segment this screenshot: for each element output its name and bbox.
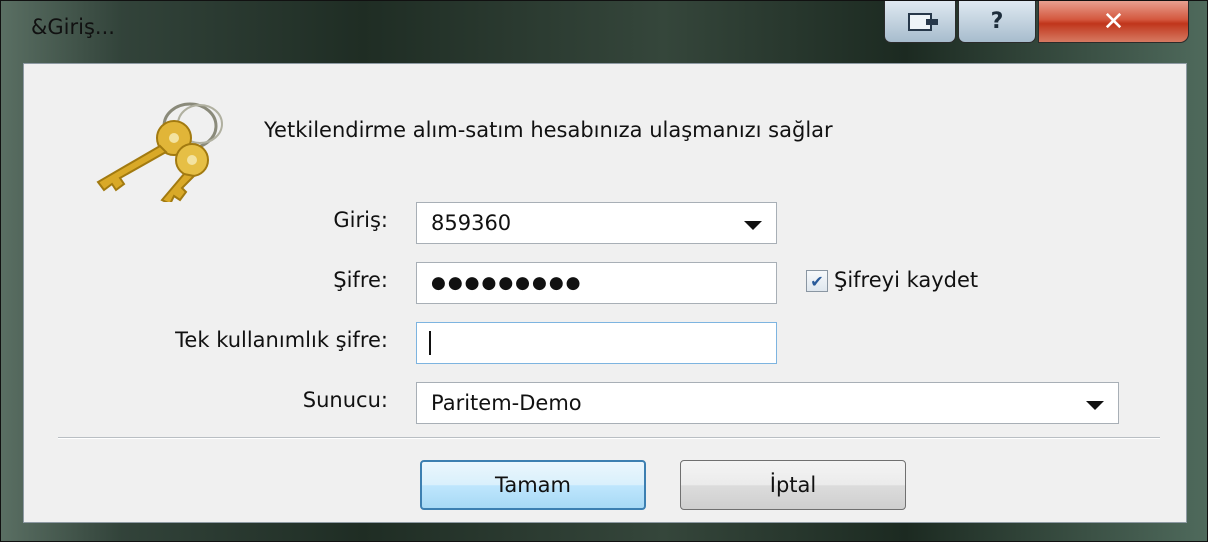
cancel-button[interactable]: İptal [680,460,906,510]
server-combobox[interactable]: Paritem-Demo [416,382,1119,424]
dialog-body: Yetkilendirme alım-satım hesabınıza ulaş… [23,63,1187,523]
chevron-down-icon[interactable] [744,221,762,230]
password-label: Şifre: [333,268,388,292]
close-button[interactable]: ✕ [1038,1,1189,43]
chevron-down-icon[interactable] [1086,401,1104,410]
otp-label: Tek kullanımlık şifre: [175,328,388,352]
keys-icon [96,102,223,202]
save-password-checkbox[interactable]: ✔ [806,270,828,292]
description-text: Yetkilendirme alım-satım hesabınıza ulaş… [264,118,833,142]
password-mask: ●●●●●●●●● [431,273,583,293]
login-value: 859360 [431,211,512,235]
server-value: Paritem-Demo [431,391,582,415]
save-password-label[interactable]: Şifreyi kaydet [834,268,978,292]
ok-button[interactable]: Tamam [420,460,646,510]
login-dialog: &Giriş... ? ✕ Yetkilendirme alım-satım h… [0,0,1208,542]
login-combobox[interactable]: 859360 [416,202,777,244]
exit-icon [908,12,938,31]
system-menu-button[interactable] [884,1,956,43]
password-input[interactable]: ●●●●●●●●● [416,262,777,304]
server-label: Sunucu: [302,388,388,412]
title-bar[interactable]: &Giriş... ? ✕ [1,1,1207,63]
window-title: &Giriş... [31,15,115,39]
help-button[interactable]: ? [958,1,1036,43]
otp-input[interactable] [416,322,777,364]
text-caret [429,331,431,355]
divider [58,437,1160,439]
login-label: Giriş: [333,208,388,232]
